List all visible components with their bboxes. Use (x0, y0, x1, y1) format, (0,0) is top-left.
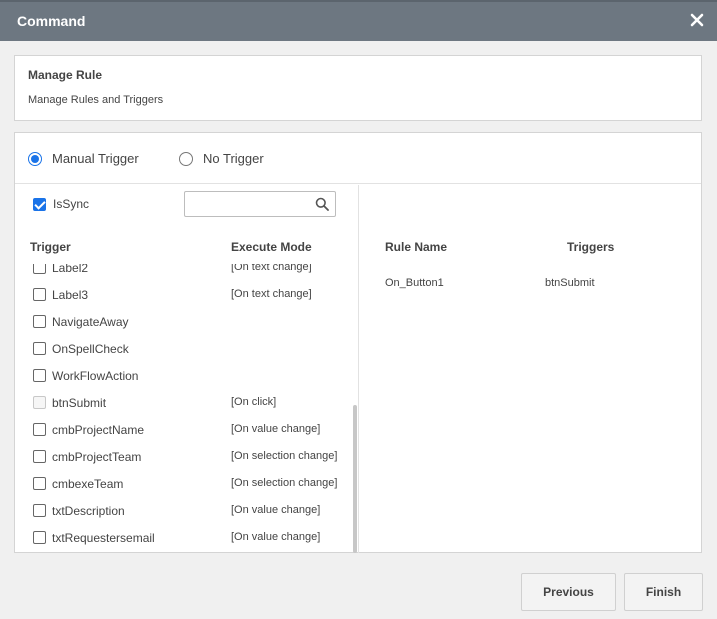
trigger-checkbox[interactable] (33, 477, 46, 490)
trigger-checkbox[interactable] (33, 342, 46, 355)
trigger-row-label2[interactable]: Label2 [On text change] (15, 264, 355, 281)
rules-pane: Rule Name Triggers On_Button1 btnSubmit (360, 185, 701, 553)
issync-checkbox-row[interactable]: IsSync (33, 197, 89, 211)
issync-label: IsSync (53, 197, 90, 211)
trigger-name: NavigateAway (52, 315, 129, 329)
trigger-row-txtrequestersemail[interactable]: txtRequestersemail [On value change] (15, 524, 355, 551)
dialog-title: Command (17, 13, 86, 29)
trigger-name: WorkFlowAction (52, 369, 139, 383)
trigger-checkbox[interactable] (33, 504, 46, 517)
execute-mode: [On value change] (231, 504, 321, 516)
trigger-row-label3[interactable]: Label3 [On text change] (15, 281, 355, 308)
trigger-row-cmbprojectname[interactable]: cmbProjectName [On value change] (15, 416, 355, 443)
rule-editor-panel: Manual Trigger No Trigger IsSync Trigger… (14, 132, 702, 553)
trigger-name: cmbProjectTeam (52, 450, 142, 464)
rule-triggers-cell[interactable]: btnSubmit (545, 277, 595, 289)
radio-label: No Trigger (203, 151, 264, 166)
execute-mode: [On selection change] (231, 477, 338, 489)
trigger-name: btnSubmit (52, 396, 107, 410)
search-input[interactable] (185, 192, 305, 216)
triggers-column-header: Triggers (567, 240, 615, 254)
trigger-row-cmbexeteam[interactable]: cmbexeTeam [On selection change] (15, 470, 355, 497)
trigger-name: txtDescription (52, 504, 125, 518)
trigger-row-onspellcheck[interactable]: OnSpellCheck (15, 335, 355, 362)
trigger-row-btnsubmit: btnSubmit [On click] (15, 389, 355, 416)
trigger-checkbox[interactable] (33, 531, 46, 544)
issync-checkbox[interactable] (33, 197, 46, 211)
trigger-checkbox-disabled (33, 396, 46, 409)
execute-mode: [On value change] (231, 423, 321, 435)
radio-selected-indicator (28, 151, 42, 166)
trigger-checkbox[interactable] (33, 450, 46, 463)
finish-button[interactable]: Finish (624, 573, 703, 611)
trigger-name: Label2 (52, 264, 89, 275)
rule-name-cell[interactable]: On_Button1 (385, 277, 444, 289)
execute-mode: [On value change] (231, 531, 321, 543)
trigger-column-header: Trigger (30, 240, 71, 254)
radio-unselected-indicator (179, 151, 193, 166)
previous-button[interactable]: Previous (521, 573, 616, 611)
execute-mode: [On text change] (231, 288, 312, 300)
trigger-name: Label3 (52, 288, 89, 302)
execute-mode: [On text change] (231, 264, 312, 273)
section-title: Manage Rule (28, 68, 103, 82)
no-trigger-radio[interactable]: No Trigger (179, 151, 264, 166)
radio-label: Manual Trigger (52, 151, 139, 166)
trigger-row-txtdescription[interactable]: txtDescription [On value change] (15, 497, 355, 524)
trigger-name: cmbexeTeam (52, 477, 124, 491)
trigger-list-pane: IsSync Trigger Execute Mode Label2 [On t… (15, 185, 359, 553)
search-icon[interactable] (315, 197, 329, 211)
execute-mode: [On selection change] (231, 450, 338, 462)
trigger-type-bar: Manual Trigger No Trigger (15, 133, 701, 184)
dialog-titlebar: Command (0, 0, 717, 41)
trigger-list-scrollbar[interactable] (353, 405, 357, 553)
trigger-checkbox[interactable] (33, 369, 46, 382)
trigger-name: OnSpellCheck (52, 342, 129, 356)
close-icon[interactable] (689, 12, 705, 28)
section-subtitle: Manage Rules and Triggers (28, 94, 164, 106)
trigger-checkbox[interactable] (33, 315, 46, 328)
trigger-row-cmbprojectteam[interactable]: cmbProjectTeam [On selection change] (15, 443, 355, 470)
trigger-checkbox[interactable] (33, 288, 46, 301)
trigger-checkbox[interactable] (33, 423, 46, 436)
trigger-row-workflowaction[interactable]: WorkFlowAction (15, 362, 355, 389)
trigger-name: cmbProjectName (52, 423, 145, 437)
manual-trigger-radio[interactable]: Manual Trigger (28, 151, 139, 166)
trigger-row-navigateaway[interactable]: NavigateAway (15, 308, 355, 335)
manage-rule-header: Manage Rule Manage Rules and Triggers (14, 55, 702, 121)
trigger-name: txtRequestersemail (52, 531, 155, 545)
execute-mode-column-header: Execute Mode (231, 240, 312, 254)
rule-name-column-header: Rule Name (385, 240, 448, 254)
trigger-list: Label2 [On text change] Label3 [On text … (15, 264, 355, 553)
execute-mode: [On click] (231, 396, 277, 408)
trigger-checkbox[interactable] (33, 264, 46, 274)
search-box[interactable] (184, 191, 336, 217)
